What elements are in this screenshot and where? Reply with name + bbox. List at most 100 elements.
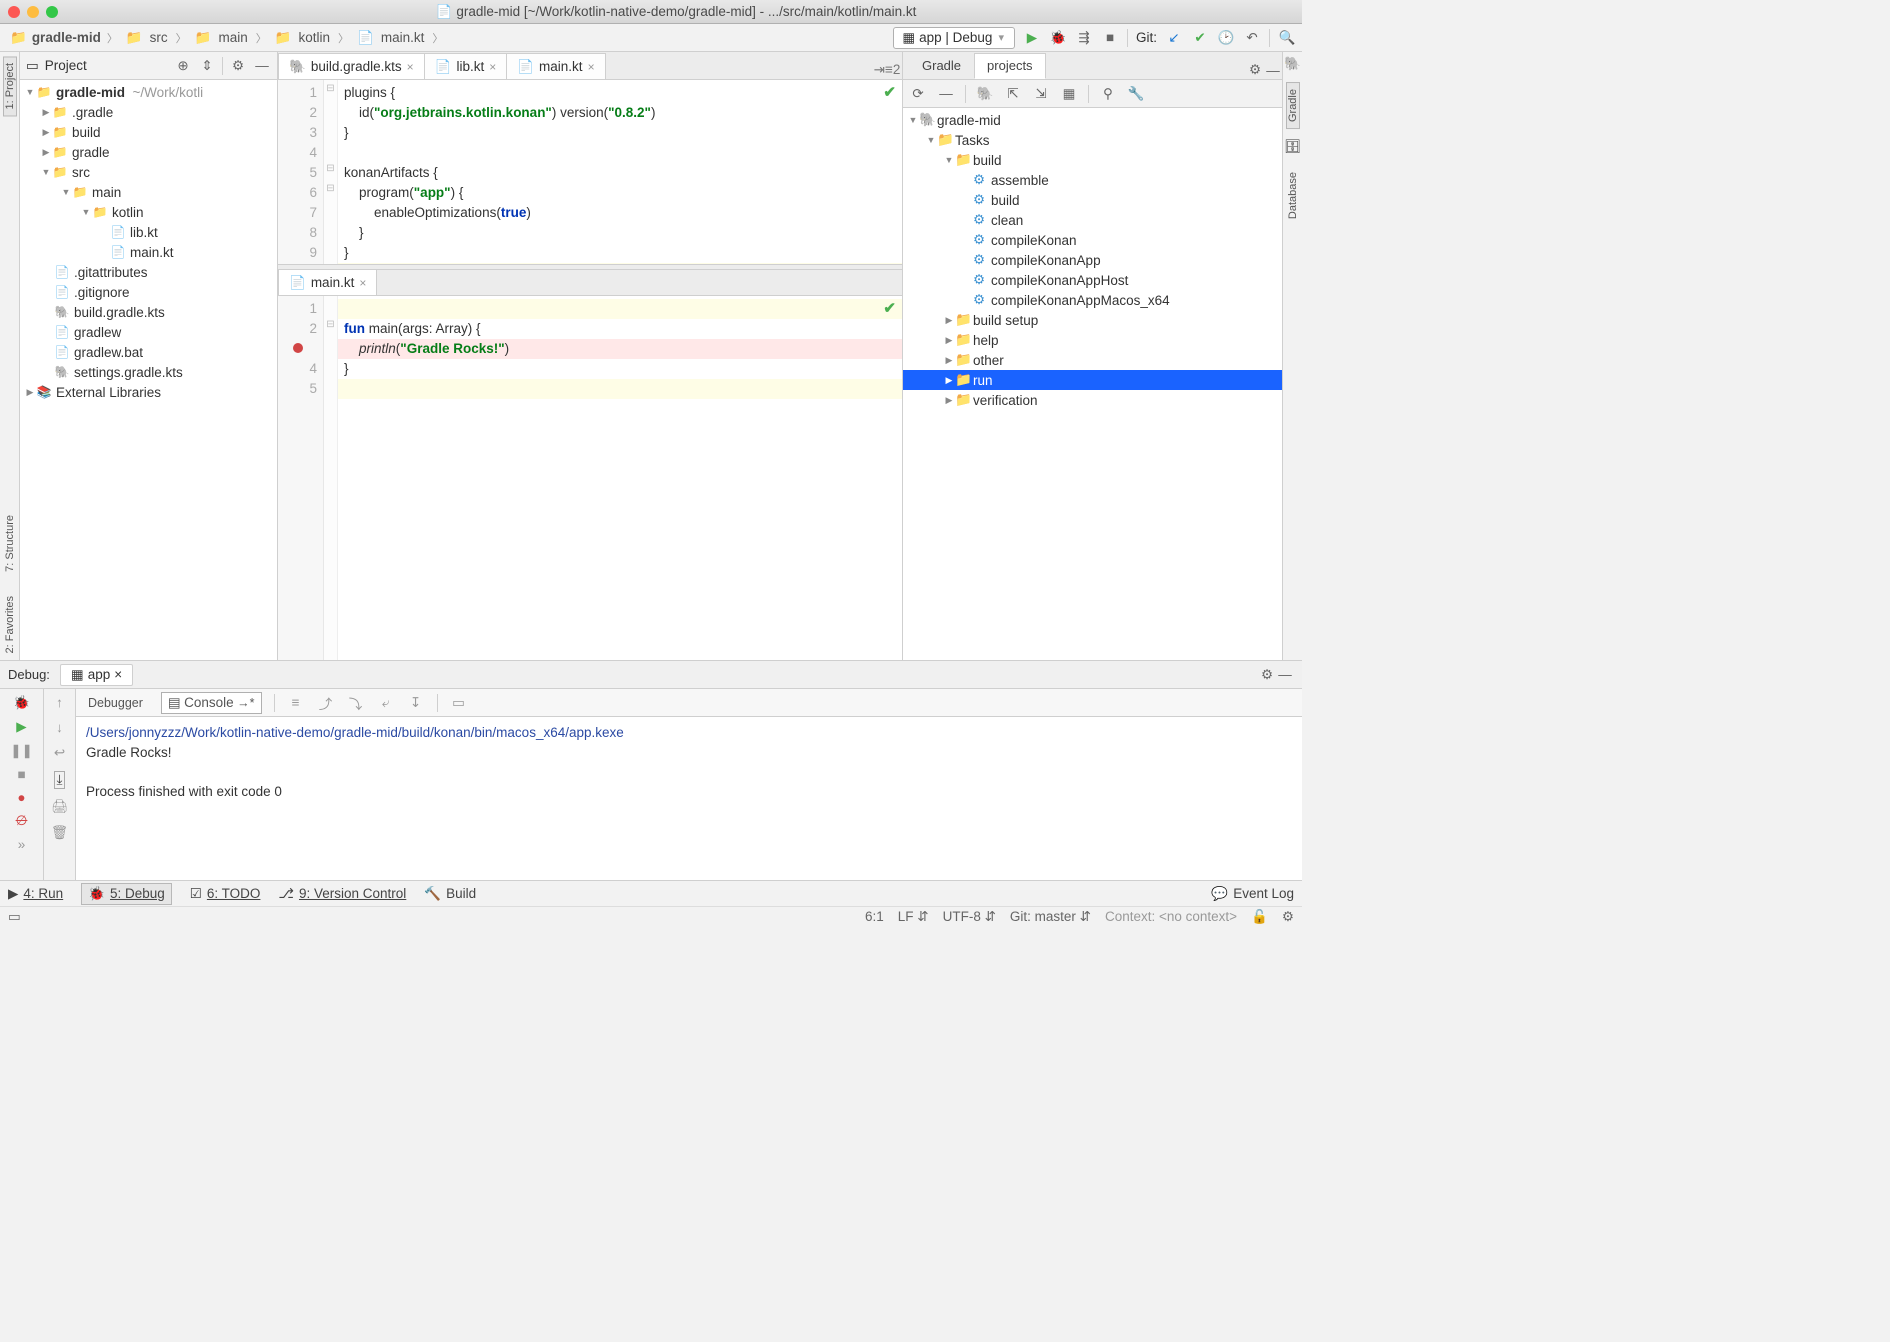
step-out-icon[interactable]: ⤶ xyxy=(377,694,395,712)
left-tab-project[interactable]: 1: Project xyxy=(3,56,17,116)
status-settings-icon[interactable]: ⚙ xyxy=(1282,909,1294,925)
editor-tab[interactable]: 📄lib.kt× xyxy=(424,53,508,79)
tree-item[interactable]: src xyxy=(72,165,90,180)
gradle-tree-item[interactable]: ⚙compileKonanAppMacos_x64 xyxy=(903,290,1282,310)
wrench-icon[interactable]: 🔧 xyxy=(1127,85,1145,103)
collapse-all-button[interactable]: ⇕ xyxy=(198,57,216,75)
project-panel-title[interactable]: Project xyxy=(45,58,87,73)
status-line-ending[interactable]: LF ⇵ xyxy=(898,909,929,925)
tree-item[interactable]: main xyxy=(92,185,121,200)
debug-bug-icon[interactable]: 🐞 xyxy=(13,695,30,711)
bottom-tab-todo[interactable]: ☑ 6: TODO xyxy=(190,886,261,902)
vcs-commit-button[interactable]: ✔ xyxy=(1191,29,1209,47)
gradle-tree-item[interactable]: ▼📁Tasks xyxy=(903,130,1282,150)
resume-icon[interactable]: ▶ xyxy=(16,719,26,735)
pause-icon[interactable]: ❚❚ xyxy=(10,743,33,759)
console-output[interactable]: /Users/jonnyzzz/Work/kotlin-native-demo/… xyxy=(76,717,1302,880)
stop-icon[interactable]: ■ xyxy=(17,767,25,782)
project-tree[interactable]: ▼📁gradle-mid ~/Work/kotli ▶📁.gradle ▶📁bu… xyxy=(20,80,277,660)
collapse-icon[interactable]: ⇲ xyxy=(1032,85,1050,103)
step-into-icon[interactable]: ⤴ xyxy=(317,694,335,712)
gradle-tree-item[interactable]: ▶📁run xyxy=(903,370,1282,390)
editor-tab[interactable]: 📄main.kt× xyxy=(278,269,377,295)
editor-top[interactable]: ✔ 12345678910 ⊟⊟⊟ plugins { id("org.jetb… xyxy=(278,80,902,264)
expand-icon[interactable]: ⇱ xyxy=(1004,85,1022,103)
tab-console[interactable]: Console xyxy=(184,695,234,710)
refresh-icon[interactable]: ⟳ xyxy=(909,85,927,103)
close-tab-icon[interactable]: × xyxy=(588,60,595,74)
tree-file[interactable]: build.gradle.kts xyxy=(74,305,165,320)
gradle-tree-item[interactable]: ⚙compileKonanApp xyxy=(903,250,1282,270)
close-window-button[interactable] xyxy=(8,6,20,18)
tab-debugger[interactable]: Debugger xyxy=(82,694,149,712)
tree-file[interactable]: gradlew.bat xyxy=(74,345,143,360)
bottom-tab-build[interactable]: 🔨 Build xyxy=(424,886,476,902)
status-git-branch[interactable]: Git: master ⇵ xyxy=(1010,909,1091,925)
bottom-tab-vcs[interactable]: ⎇ 9: Version Control xyxy=(278,886,406,902)
vcs-revert-button[interactable]: ↶ xyxy=(1243,29,1261,47)
gradle-tree-item[interactable]: ▶📁other xyxy=(903,350,1282,370)
more-icon[interactable]: » xyxy=(18,837,26,852)
right-tab-database[interactable]: Database xyxy=(1286,165,1300,226)
editor-tab[interactable]: 📄main.kt× xyxy=(506,53,605,79)
detach-icon[interactable]: — xyxy=(937,85,955,103)
mute-breakpoints-icon[interactable]: ∅ xyxy=(16,813,28,829)
bottom-tab-run[interactable]: ▶ 4: Run xyxy=(8,886,63,902)
tree-file[interactable]: .gitattributes xyxy=(74,265,148,280)
breadcrumb-item[interactable]: kotlin xyxy=(297,30,333,45)
hide-panel-button[interactable]: — xyxy=(1276,666,1294,684)
force-step-into-icon[interactable]: ⤵ xyxy=(347,694,365,712)
gradle-tree-item[interactable]: ⚙compileKonan xyxy=(903,230,1282,250)
hide-panel-button[interactable]: — xyxy=(253,57,271,75)
tree-item[interactable]: kotlin xyxy=(112,205,144,220)
status-context[interactable]: Context: <no context> xyxy=(1105,909,1237,924)
status-icon[interactable]: ▭ xyxy=(8,909,21,925)
close-tab-icon[interactable]: × xyxy=(407,60,414,74)
gradle-elephant-icon[interactable]: 🐘 xyxy=(1284,56,1301,72)
tree-item[interactable]: gradle xyxy=(72,145,110,160)
close-tab-icon[interactable]: × xyxy=(114,667,122,682)
left-tab-favorites[interactable]: 2: Favorites xyxy=(3,589,17,660)
gradle-elephant-icon[interactable]: 🐘 xyxy=(976,85,994,103)
database-icon[interactable]: 🗄 xyxy=(1284,139,1301,155)
tree-file[interactable]: lib.kt xyxy=(130,225,158,240)
editor-bottom[interactable]: ✔ 1245 ⊟ fun main(args: Array) { println… xyxy=(278,296,902,660)
gradle-tree-item[interactable]: ⚙build xyxy=(903,190,1282,210)
gradle-tree-item[interactable]: ⚙clean xyxy=(903,210,1282,230)
right-tab-gradle[interactable]: Gradle xyxy=(1286,82,1300,129)
breadcrumb-item[interactable]: main xyxy=(216,30,249,45)
breadcrumb-item[interactable]: main.kt xyxy=(379,30,427,45)
run-configuration-selector[interactable]: ▦ app | Debug ▾ xyxy=(893,27,1015,49)
status-lock-icon[interactable]: 🔓 xyxy=(1251,909,1268,925)
tree-item[interactable]: .gradle xyxy=(72,105,113,120)
tree-file[interactable]: .gitignore xyxy=(74,285,130,300)
tree-file[interactable]: settings.gradle.kts xyxy=(74,365,183,380)
tree-item[interactable]: build xyxy=(72,125,101,140)
evaluate-icon[interactable]: ▭ xyxy=(450,694,468,712)
up-icon[interactable]: ↑ xyxy=(56,695,63,710)
zoom-window-button[interactable] xyxy=(46,6,58,18)
scroll-to-end-icon[interactable]: ⤓ xyxy=(54,771,66,789)
split-count-icon[interactable]: ⇥≡2 xyxy=(878,61,896,79)
debug-button[interactable]: 🐞 xyxy=(1049,29,1067,47)
vcs-history-button[interactable]: 🕑 xyxy=(1217,29,1235,47)
vcs-update-button[interactable]: ↙ xyxy=(1165,29,1183,47)
gradle-tree-item[interactable]: ⚙assemble xyxy=(903,170,1282,190)
gradle-tree-item[interactable]: ▶📁verification xyxy=(903,390,1282,410)
gradle-tab[interactable]: projects xyxy=(974,53,1046,79)
breakpoints-icon[interactable]: ● xyxy=(17,790,25,805)
gradle-tree-item[interactable]: ▼🐘gradle-mid xyxy=(903,110,1282,130)
run-button[interactable]: ▶ xyxy=(1023,29,1041,47)
close-tab-icon[interactable]: × xyxy=(359,276,366,290)
settings-icon[interactable]: ⚙ xyxy=(1258,666,1276,684)
gradle-tree[interactable]: ▼🐘gradle-mid▼📁Tasks▼📁build⚙assemble⚙buil… xyxy=(903,108,1282,660)
breadcrumb-item[interactable]: src xyxy=(148,30,170,45)
editor-tab[interactable]: 🐘build.gradle.kts× xyxy=(278,53,425,79)
scroll-from-source-button[interactable]: ⊕ xyxy=(174,57,192,75)
bottom-tab-debug[interactable]: 🐞 5: Debug xyxy=(81,883,172,905)
hide-panel-button[interactable]: — xyxy=(1264,61,1282,79)
debug-session-tab[interactable]: ▦ app × xyxy=(60,664,133,686)
status-encoding[interactable]: UTF-8 ⇵ xyxy=(943,909,996,925)
stop-button[interactable]: ■ xyxy=(1101,29,1119,47)
coverage-button[interactable]: ⇶ xyxy=(1075,29,1093,47)
